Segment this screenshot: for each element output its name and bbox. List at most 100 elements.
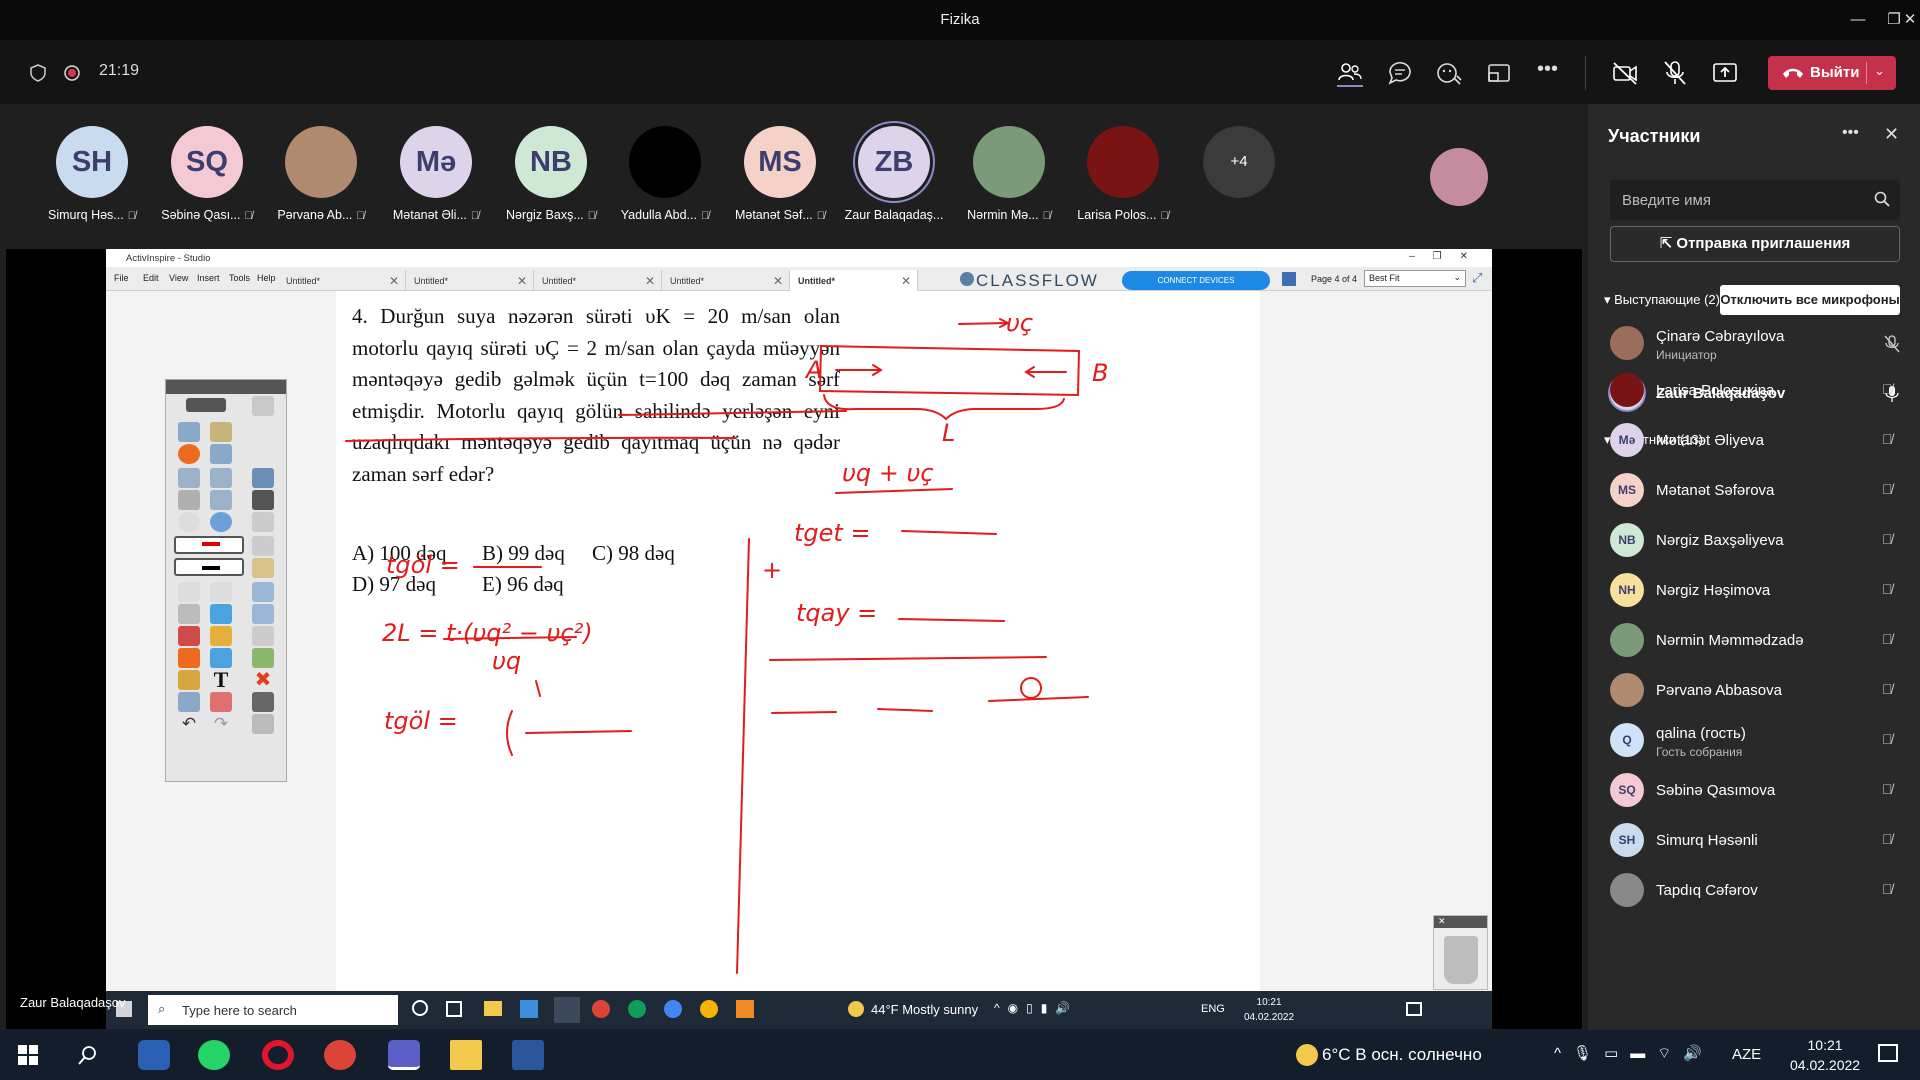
zoom-select[interactable]: Best Fit ⌄ bbox=[1364, 270, 1466, 287]
mic-muted-icon[interactable]: 🎙̸ bbox=[1882, 381, 1902, 401]
participant-tile-speaking[interactable]: ZB Zaur Balaqadaş... bbox=[839, 126, 949, 222]
eraser-icon[interactable] bbox=[178, 626, 200, 646]
ruler-icon[interactable] bbox=[252, 512, 274, 532]
mic-muted-icon[interactable]: 🎙̸ bbox=[1882, 781, 1902, 801]
participant-row[interactable]: Nərmin Məmmədzadə 🎙̸ bbox=[1610, 618, 1910, 664]
page-tab-active[interactable]: Untitled* ✕ bbox=[790, 270, 918, 291]
marker-icon[interactable] bbox=[210, 604, 232, 624]
participant-tile[interactable]: NB Nərgiz Baxş... 🎙̸ bbox=[496, 126, 606, 222]
whatsapp-icon[interactable] bbox=[198, 1040, 230, 1070]
browsers-icon[interactable] bbox=[210, 422, 232, 442]
participants-icon[interactable] bbox=[1335, 58, 1365, 88]
notification-icon[interactable] bbox=[1878, 1044, 1898, 1062]
participant-tile[interactable]: Mə Mətanət Əli... 🎙̸ bbox=[381, 126, 491, 222]
file-explorer-icon[interactable] bbox=[450, 1040, 482, 1070]
pen-color-swatch[interactable] bbox=[174, 536, 244, 554]
protractor-icon[interactable] bbox=[252, 582, 274, 602]
participant-row[interactable]: Mə Mətanət Əliyeva 🎙̸ bbox=[1610, 418, 1910, 464]
reactions-icon[interactable] bbox=[1434, 58, 1464, 88]
taskbar-search[interactable]: Type here to search ⌕ bbox=[148, 995, 398, 1025]
mic-muted-icon[interactable]: 🎙̸ bbox=[1882, 881, 1902, 901]
chrome-icon[interactable] bbox=[628, 1000, 646, 1018]
page-tab[interactable]: Untitled* ✕ bbox=[406, 270, 534, 291]
chrome-icon[interactable] bbox=[664, 1000, 682, 1018]
participant-tile[interactable]: Pərvanə Ab... 🎙̸ bbox=[266, 126, 376, 222]
reset-page-icon[interactable] bbox=[210, 692, 232, 712]
next-page-icon[interactable] bbox=[210, 468, 232, 488]
close-icon[interactable]: ✕ bbox=[1900, 8, 1920, 32]
leave-button[interactable]: Выйти ⌄ bbox=[1768, 56, 1896, 90]
mic-muted-icon[interactable] bbox=[1660, 58, 1690, 88]
delete-icon[interactable]: ✖ bbox=[252, 670, 274, 690]
trash-bin-icon[interactable]: ✕ bbox=[1433, 915, 1488, 990]
grid-icon[interactable] bbox=[252, 558, 274, 578]
page-tab[interactable]: Untitled* ✕ bbox=[278, 270, 406, 291]
dice-icon[interactable] bbox=[252, 626, 274, 646]
participant-tile[interactable]: SH Simurq Həs... 🎙̸ bbox=[37, 126, 147, 222]
store-icon[interactable] bbox=[520, 1000, 538, 1018]
participant-tile[interactable]: Yadulla Abd... 🎙̸ bbox=[610, 126, 720, 222]
highlighter-icon[interactable] bbox=[252, 536, 274, 556]
shape-icon[interactable] bbox=[178, 648, 200, 668]
paint-app-icon[interactable] bbox=[138, 1040, 170, 1070]
participant-tile[interactable]: Nərmin Mə... 🎙̸ bbox=[954, 126, 1064, 222]
mic-muted-icon[interactable]: 🎙̸ bbox=[1882, 481, 1902, 501]
mic-muted-icon[interactable]: 🎙̸ bbox=[1882, 631, 1902, 651]
previous-page-icon[interactable] bbox=[178, 468, 200, 488]
chrome-icon[interactable] bbox=[700, 1000, 718, 1018]
cortana-icon[interactable] bbox=[412, 1000, 428, 1016]
fill-icon[interactable] bbox=[210, 626, 232, 646]
save-icon[interactable] bbox=[252, 490, 274, 510]
keyboard-icon[interactable] bbox=[178, 670, 200, 690]
mic-muted-icon[interactable]: 🎙̸ bbox=[1882, 581, 1902, 601]
chrome-icon[interactable] bbox=[592, 1000, 610, 1018]
fullscreen-icon[interactable]: ⤢ bbox=[1472, 270, 1482, 286]
app-icon[interactable] bbox=[736, 1000, 754, 1018]
mic-muted-icon[interactable]: 🎙̸ bbox=[1882, 681, 1902, 701]
close-icon[interactable]: ✕ bbox=[1434, 916, 1487, 928]
chrome-icon[interactable] bbox=[324, 1040, 356, 1070]
task-view-icon[interactable] bbox=[446, 1001, 462, 1017]
windows-start-icon[interactable] bbox=[18, 1045, 38, 1065]
mic-muted-icon[interactable]: 🎙̸ bbox=[1882, 431, 1902, 451]
participant-row[interactable]: MS Mətanət Səfərova 🎙̸ bbox=[1610, 468, 1910, 514]
page-tab[interactable]: Untitled* ✕ bbox=[662, 270, 790, 291]
menu-insert[interactable]: Insert bbox=[197, 273, 220, 283]
search-icon[interactable] bbox=[78, 1045, 98, 1065]
participant-row[interactable]: Qqalina (гость) Гость собрания 🎙̸ bbox=[1610, 718, 1910, 764]
notification-icon[interactable] bbox=[1406, 1002, 1422, 1016]
opera-icon[interactable] bbox=[262, 1040, 294, 1070]
mic-muted-icon[interactable]: 🎙̸ bbox=[1882, 531, 1902, 551]
clipboard-icon[interactable] bbox=[252, 468, 274, 488]
menu-edit[interactable]: Edit bbox=[143, 273, 159, 283]
connect-devices-button[interactable]: CONNECT DEVICES bbox=[1122, 271, 1270, 290]
explorer-icon[interactable] bbox=[484, 1001, 502, 1016]
camera-icon[interactable] bbox=[252, 604, 274, 624]
globe-icon[interactable] bbox=[210, 512, 232, 532]
record-icon[interactable] bbox=[178, 444, 200, 464]
teams-icon[interactable] bbox=[388, 1040, 420, 1070]
mic-muted-icon[interactable]: 🎙̸ bbox=[1882, 731, 1902, 751]
participant-tile[interactable]: MS Mətanət Səf... 🎙̸ bbox=[725, 126, 835, 222]
camera-off-icon[interactable] bbox=[1610, 58, 1640, 88]
participant-row[interactable]: SQ Səbinə Qasımova 🎙̸ bbox=[1610, 768, 1910, 814]
language-indicator[interactable]: AZE bbox=[1732, 1046, 1761, 1063]
rooms-icon[interactable] bbox=[1484, 58, 1514, 88]
close-icon[interactable]: ✕ bbox=[645, 274, 655, 288]
connector-icon[interactable] bbox=[210, 648, 232, 668]
menu-file[interactable]: File bbox=[114, 273, 129, 283]
main-menu-icon[interactable] bbox=[178, 422, 200, 442]
printer-icon[interactable] bbox=[252, 692, 274, 712]
participant-row[interactable]: Pərvanə Abbasova 🎙̸ bbox=[1610, 668, 1910, 714]
more-participants-tile[interactable]: +4 bbox=[1184, 126, 1294, 198]
page-icon[interactable] bbox=[210, 490, 232, 510]
print-icon[interactable] bbox=[178, 490, 200, 510]
text-tool-icon[interactable]: T bbox=[210, 669, 232, 691]
flipchart-icon[interactable] bbox=[210, 444, 232, 464]
palette-header[interactable] bbox=[166, 380, 286, 394]
word-icon[interactable] bbox=[512, 1040, 544, 1070]
share-screen-icon[interactable] bbox=[1710, 58, 1740, 88]
close-icon[interactable]: ✕ bbox=[389, 274, 399, 288]
circle-icon[interactable] bbox=[178, 512, 200, 532]
clock[interactable]: 10:21 04.02.2022 bbox=[1790, 1035, 1860, 1075]
